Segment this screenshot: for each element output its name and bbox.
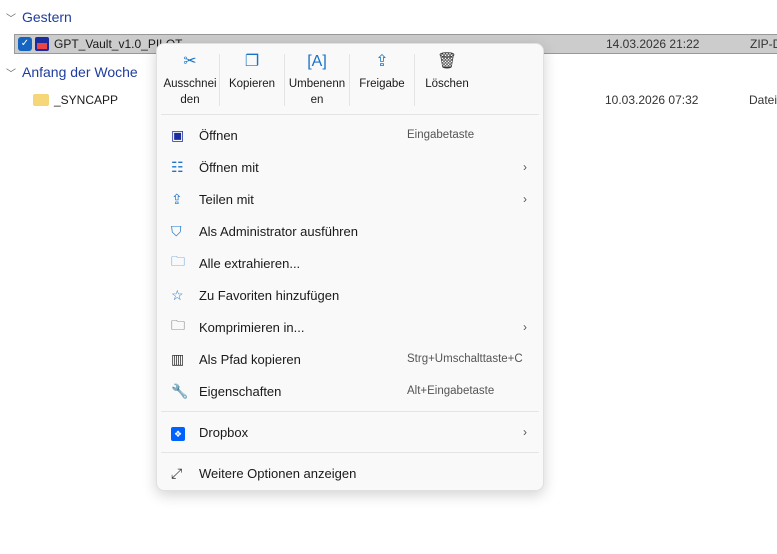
wrench-icon: 🔧 [171, 382, 189, 399]
star-icon: ☆ [171, 286, 184, 303]
menu-item-more-options[interactable]: ⤢ Weitere Optionen anzeigen [157, 457, 543, 489]
floppy-icon: ▣ [171, 126, 185, 143]
share-icon: ⇪ [171, 190, 183, 207]
expand-icon: ⤢ [171, 464, 183, 481]
copy-button[interactable]: ❐ Kopieren [220, 50, 284, 114]
cut-button[interactable]: ✂ Ausschnei den [161, 50, 219, 114]
rename-icon: [A] [307, 53, 327, 70]
path-icon: ▥ [171, 350, 185, 367]
open-with-icon: ☷ [171, 158, 184, 175]
zip-folder-icon: 🗀 [171, 317, 185, 333]
dropbox-icon: ❖ [171, 424, 199, 441]
menu-item-open-with[interactable]: ☷ Öffnen mit › [157, 151, 543, 183]
menu-item-properties[interactable]: 🔧 Eigenschaften Alt+Eingabetaste [157, 375, 543, 407]
group-header-gestern[interactable]: ﹀ Gestern [6, 9, 72, 25]
delete-button[interactable]: 🗑 Löschen [415, 50, 479, 114]
shield-icon: ⛉ [171, 222, 182, 239]
chevron-down-icon: ﹀ [6, 68, 16, 80]
extract-folder-icon: 🗀 [171, 253, 185, 269]
checkbox-icon[interactable]: ✓ [18, 37, 32, 51]
share-button[interactable]: ⇪ Freigabe [350, 50, 414, 114]
share-icon: ⇪ [375, 53, 389, 70]
menu-item-share-with[interactable]: ⇪ Teilen mit › [157, 183, 543, 215]
menu-item-compress[interactable]: 🗀 Komprimieren in... › [157, 311, 543, 343]
folder-icon [33, 94, 49, 106]
menu-item-open[interactable]: ▣ Öffnen Eingabetaste [157, 119, 543, 151]
menu-item-dropbox[interactable]: ❖ Dropbox › [157, 416, 543, 448]
menu-item-run-as-admin[interactable]: ⛉ Als Administrator ausführen [157, 215, 543, 247]
context-menu: ✂ Ausschnei den ❐ Kopieren [A] Umbenenn en … [156, 43, 544, 491]
floppy-file-icon [35, 37, 49, 51]
chevron-down-icon: ﹀ [6, 13, 16, 25]
context-toolbar: ✂ Ausschnei den ❐ Kopieren [A] Umbenenn en … [157, 44, 543, 114]
group-header-anfang-der-woche[interactable]: ﹀ Anfang der Woche [6, 64, 138, 80]
scissors-icon: ✂ [183, 53, 197, 70]
copy-icon: ❐ [244, 53, 260, 70]
rename-button[interactable]: [A] Umbenenn en [285, 50, 349, 114]
menu-item-copy-path[interactable]: ▥ Als Pfad kopieren Strg+Umschalttaste+C [157, 343, 543, 375]
menu-item-add-favorites[interactable]: ☆ Zu Favoriten hinzufügen [157, 279, 543, 311]
trash-icon: 🗑 [436, 53, 458, 70]
menu-item-extract-all[interactable]: 🗀 Alle extrahieren... [157, 247, 543, 279]
